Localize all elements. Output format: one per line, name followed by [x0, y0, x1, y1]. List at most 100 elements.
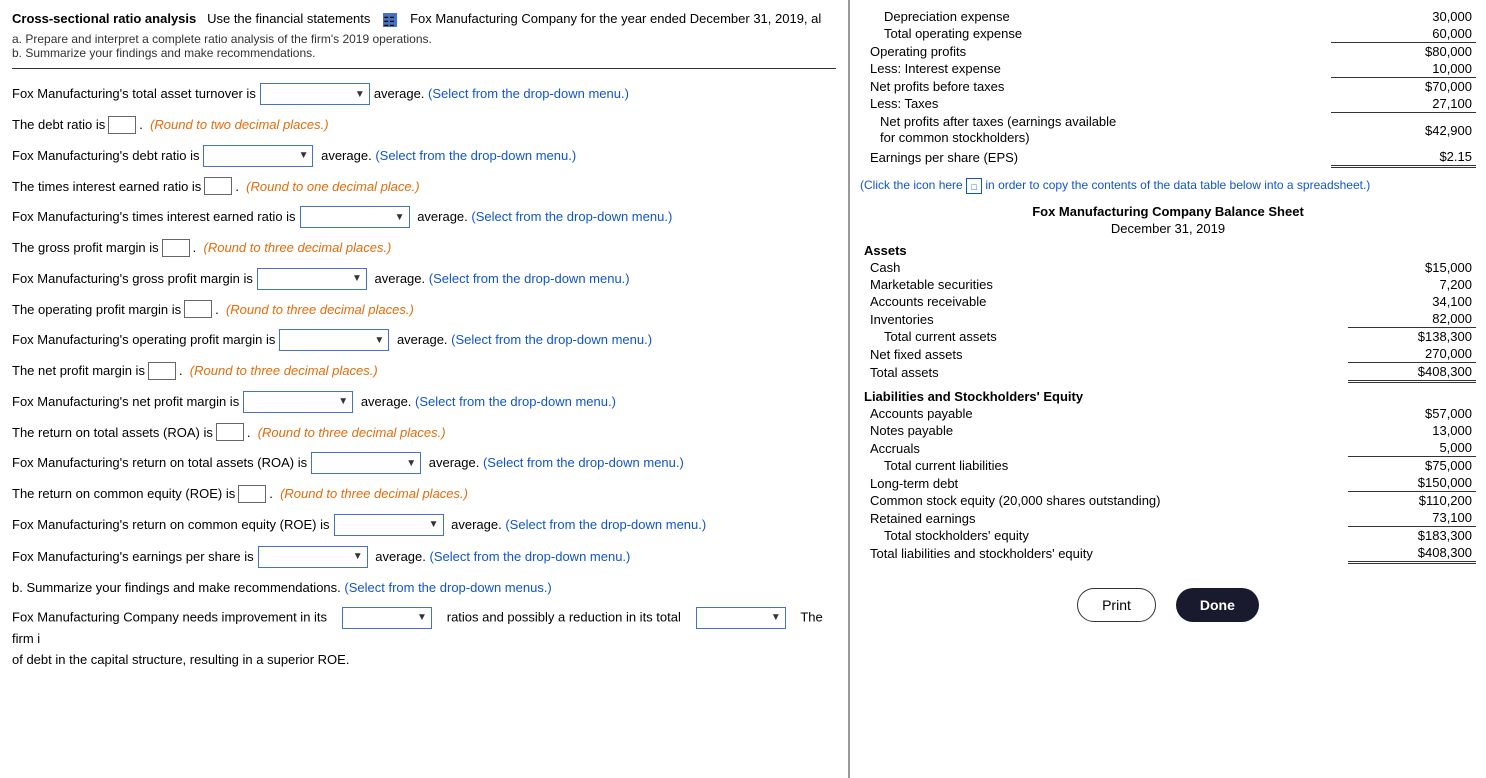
bs-ap-value: $57,000 [1348, 405, 1476, 422]
is-interest-exp-value: 10,000 [1331, 60, 1476, 78]
q16-select-note: (Select from the drop-down menu.) [430, 547, 631, 567]
q4-row: The times interest earned ratio is . (Ro… [12, 177, 836, 197]
bs-mkt-sec-label: Marketable securities [860, 276, 1348, 293]
is-eps-value: $2.15 [1331, 148, 1476, 167]
q8-row: The operating profit margin is . (Round … [12, 300, 836, 320]
q18-label4: of debt in the capital structure, result… [12, 652, 349, 667]
q18-label2: ratios and possibly a reduction in its t… [447, 610, 681, 625]
q14-label: The return on common equity (ROE) is [12, 484, 235, 504]
q9-dropdown[interactable]: ▼ [279, 329, 389, 351]
q5-dropdown[interactable]: ▼ [300, 206, 410, 228]
q18-dropdown1[interactable]: ▼ [342, 607, 432, 629]
q1-label: Fox Manufacturing's total asset turnover… [12, 84, 256, 104]
q18-dropdown1-arrow: ▼ [417, 610, 427, 626]
q1-dropdown-arrow: ▼ [355, 87, 365, 102]
q14-row: The return on common equity (ROE) is . (… [12, 484, 836, 504]
bs-liab-header: Liabilities and Stockholders' Equity [860, 382, 1476, 406]
q14-input[interactable] [238, 485, 266, 503]
bs-assets-header-row: Assets [860, 242, 1476, 259]
grid-icon[interactable]: ☷ [383, 13, 397, 27]
q13-label: Fox Manufacturing's return on total asse… [12, 453, 307, 473]
q18-dropdown2[interactable]: ▼ [696, 607, 786, 629]
header-section: Cross-sectional ratio analysis Use the f… [12, 10, 836, 28]
q2-round: (Round to two decimal places.) [150, 115, 328, 135]
q7-select-note: (Select from the drop-down menu.) [429, 269, 630, 289]
is-op-profits-label: Operating profits [860, 43, 1331, 61]
bs-inv-label: Inventories [860, 310, 1348, 328]
q4-round: (Round to one decimal place.) [246, 177, 419, 197]
click-note-text2: in order to copy the contents of the dat… [985, 178, 1370, 192]
q5-dropdown-arrow: ▼ [395, 210, 405, 225]
is-interest-exp-label: Less: Interest expense [860, 60, 1331, 78]
q1-dropdown[interactable]: ▼ [260, 83, 370, 105]
bs-cash-row: Cash $15,000 [860, 259, 1476, 276]
is-net-after-taxes-label: Net profits after taxes (earnings availa… [860, 113, 1331, 149]
q4-input[interactable] [204, 177, 232, 195]
bs-inv-value: 82,000 [1348, 310, 1476, 328]
q7-dropdown[interactable]: ▼ [257, 268, 367, 290]
sub-a: a. Prepare and interpret a complete rati… [12, 32, 836, 46]
bs-np-label: Notes payable [860, 422, 1348, 439]
bs-tcl-value: $75,000 [1348, 457, 1476, 475]
q3-dropdown-arrow: ▼ [299, 148, 309, 163]
q4-label: The times interest earned ratio is [12, 177, 201, 197]
q15-select-note: (Select from the drop-down menu.) [505, 515, 706, 535]
bs-accruals-value: 5,000 [1348, 439, 1476, 457]
bs-tse-value: $183,300 [1348, 527, 1476, 545]
bs-nfa-value: 270,000 [1348, 345, 1476, 363]
bs-title: Fox Manufacturing Company Balance Sheet [860, 204, 1476, 219]
bs-ltd-value: $150,000 [1348, 474, 1476, 492]
is-row-op-profits: Operating profits $80,000 [860, 43, 1476, 61]
q12-row: The return on total assets (ROA) is . (R… [12, 423, 836, 443]
q16-label: Fox Manufacturing's earnings per share i… [12, 547, 254, 567]
q6-input[interactable] [162, 239, 190, 257]
q11-select-note: (Select from the drop-down menu.) [415, 392, 616, 412]
balance-sheet-table: Assets Cash $15,000 Marketable securitie… [860, 242, 1476, 564]
bs-nfa-row: Net fixed assets 270,000 [860, 345, 1476, 363]
header-company: Fox Manufacturing Company for the year e… [410, 11, 821, 26]
q13-row: Fox Manufacturing's return on total asse… [12, 452, 836, 474]
q17-label: b. Summarize your findings and make reco… [12, 578, 341, 598]
q7-row: Fox Manufacturing's gross profit margin … [12, 268, 836, 290]
q10-input[interactable] [148, 362, 176, 380]
bs-tcl-label: Total current liabilities [860, 457, 1348, 475]
left-panel: Cross-sectional ratio analysis Use the f… [0, 0, 850, 778]
q6-row: The gross profit margin is . (Round to t… [12, 238, 836, 258]
bs-mkt-sec-value: 7,200 [1348, 276, 1476, 293]
is-row-depreciation: Depreciation expense 30,000 [860, 8, 1476, 25]
header-instruction: Use the financial statements [207, 11, 370, 26]
bs-ar-row: Accounts receivable 34,100 [860, 293, 1476, 310]
q11-row: Fox Manufacturing's net profit margin is… [12, 391, 836, 413]
q12-input[interactable] [216, 423, 244, 441]
sub-b: b. Summarize your findings and make reco… [12, 46, 836, 60]
is-row-net-after-taxes: Net profits after taxes (earnings availa… [860, 113, 1476, 149]
q3-dropdown[interactable]: ▼ [203, 145, 313, 167]
copy-icon[interactable]: □ [966, 178, 982, 194]
q5-row: Fox Manufacturing's times interest earne… [12, 206, 836, 228]
q11-dropdown[interactable]: ▼ [243, 391, 353, 413]
q5-select-note: (Select from the drop-down menu.) [471, 207, 672, 227]
q18-label1: Fox Manufacturing Company needs improvem… [12, 610, 327, 625]
q14-round: (Round to three decimal places.) [280, 484, 468, 504]
q15-label: Fox Manufacturing's return on common equ… [12, 515, 330, 535]
bs-mkt-sec-row: Marketable securities 7,200 [860, 276, 1476, 293]
q5-label: Fox Manufacturing's times interest earne… [12, 207, 296, 227]
is-row-interest-exp: Less: Interest expense 10,000 [860, 60, 1476, 78]
bs-tlse-label: Total liabilities and stockholders' equi… [860, 544, 1348, 563]
sub-instructions: a. Prepare and interpret a complete rati… [12, 32, 836, 60]
bs-tlse-row: Total liabilities and stockholders' equi… [860, 544, 1476, 563]
q2-input[interactable] [108, 116, 136, 134]
bs-tca-label: Total current assets [860, 328, 1348, 346]
q16-dropdown[interactable]: ▼ [258, 546, 368, 568]
is-net-after-taxes-value: $42,900 [1331, 113, 1476, 149]
done-button[interactable]: Done [1176, 588, 1259, 622]
q10-row: The net profit margin is . (Round to thr… [12, 361, 836, 381]
print-button[interactable]: Print [1077, 588, 1156, 622]
q9-label: Fox Manufacturing's operating profit mar… [12, 330, 275, 350]
q2-label: The debt ratio is [12, 115, 105, 135]
q15-dropdown[interactable]: ▼ [334, 514, 444, 536]
q13-dropdown[interactable]: ▼ [311, 452, 421, 474]
is-total-op-exp-value: 60,000 [1331, 25, 1476, 43]
q8-input[interactable] [184, 300, 212, 318]
q11-dropdown-arrow: ▼ [338, 394, 348, 409]
